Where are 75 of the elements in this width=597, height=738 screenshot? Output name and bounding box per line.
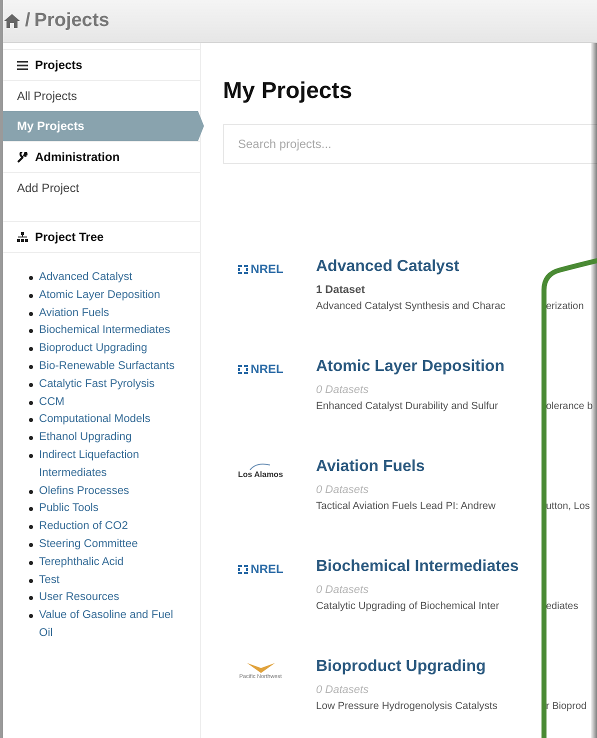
project-tree-link[interactable]: Olefins Processes — [39, 482, 177, 500]
project-title[interactable]: Advanced Catalyst — [316, 258, 584, 276]
bullet-icon — [29, 436, 33, 440]
page-title: My Projects — [223, 77, 354, 104]
project-tree-link[interactable]: CCM — [39, 394, 177, 412]
project-tree-link[interactable]: Test — [39, 572, 177, 590]
description-fragment: erization — [546, 301, 584, 312]
breadcrumb-separator: / — [25, 10, 30, 32]
project-title[interactable]: Aviation Fuels — [316, 458, 590, 476]
project-tree-link[interactable]: Computational Models — [39, 411, 177, 430]
dataset-count: 0 Datasets — [316, 484, 370, 496]
description-fragment: r Bioprod — [546, 701, 587, 712]
section-title: Projects — [35, 58, 82, 72]
project-tree-link[interactable]: Biochemical Intermediates — [39, 322, 177, 340]
project-description: Enhanced Catalyst Durability and Sulfur — [316, 401, 500, 412]
menu-icon — [17, 60, 28, 70]
project-tree-link[interactable]: Public Tools — [39, 500, 177, 518]
bullet-icon — [29, 276, 33, 280]
project-tree-link[interactable]: Indirect Liquefaction Intermediates — [39, 446, 177, 483]
bullet-icon — [29, 614, 33, 618]
project-title[interactable]: Biochemical Intermediates — [316, 558, 578, 576]
project-tree-link[interactable]: Steering Committee — [39, 536, 177, 554]
wrench-icon — [17, 152, 28, 162]
bullet-icon — [29, 507, 33, 512]
project-tree-link[interactable]: Bioproduct Upgrading — [39, 340, 177, 358]
bullet-icon — [29, 329, 33, 334]
bullet-icon — [29, 400, 33, 405]
project-description: Advanced Catalyst Synthesis and Charac — [316, 301, 506, 312]
description-fragment: ediates — [546, 601, 578, 612]
bullet-icon — [29, 418, 33, 422]
project-tree-link[interactable]: Atomic Layer Deposition — [39, 286, 177, 305]
project-tree-link[interactable]: Bio-Renewable Surfactants — [39, 358, 177, 376]
bullet-icon — [29, 347, 33, 352]
bullet-icon — [29, 312, 33, 316]
sitemap-icon — [17, 232, 28, 242]
project-tree-link[interactable]: Catalytic Fast Pyrolysis — [39, 376, 177, 394]
bullet-icon — [29, 560, 33, 565]
bullet-icon — [29, 596, 33, 600]
project-tree-link[interactable]: User Resources — [39, 589, 177, 608]
project-tree-link[interactable]: Value of Gasoline and Fuel Oil — [39, 607, 177, 643]
project-description: Catalytic Upgrading of Biochemical Inter — [316, 601, 500, 612]
description-fragment: utton, Los — [546, 501, 590, 512]
nrel-logo: NREL — [238, 562, 284, 576]
nrel-logo: NREL — [238, 262, 284, 276]
bullet-icon — [29, 542, 33, 547]
project-tree-link[interactable]: Terephthalic Acid — [39, 554, 177, 572]
sidebar-item[interactable]: All Projects — [3, 81, 200, 111]
project-title[interactable]: Atomic Layer Deposition — [316, 358, 593, 376]
dataset-count: 0 Datasets — [316, 584, 370, 596]
sidebar-item[interactable]: Add Project — [3, 173, 200, 203]
search-field[interactable]: Search projects... — [223, 124, 597, 164]
nrel-logo: NREL — [238, 362, 284, 376]
bullet-icon — [29, 454, 33, 458]
dataset-count: 0 Datasets — [316, 684, 370, 696]
section-title: Administration — [35, 150, 120, 164]
breadcrumb-current: Projects — [34, 10, 110, 32]
bullet-icon — [29, 525, 33, 530]
project-tree-link[interactable]: Aviation Fuels — [39, 304, 177, 322]
project-tree-link[interactable]: Ethanol Upgrading — [39, 429, 177, 447]
bullet-icon — [29, 578, 33, 583]
project-description: Low Pressure Hydrogenolysis Catalysts — [316, 701, 498, 712]
project-title[interactable]: Bioproduct Upgrading — [316, 658, 587, 676]
los-alamos-logo: Los Alamos — [238, 462, 284, 512]
bullet-icon — [29, 364, 33, 369]
project-tree-link[interactable]: Reduction of CO2 — [39, 518, 177, 536]
bullet-icon — [29, 294, 33, 298]
project-description: Tactical Aviation Fuels Lead PI: Andrew — [316, 501, 497, 512]
dataset-count: 0 Datasets — [316, 384, 370, 396]
home-icon[interactable] — [3, 13, 21, 29]
description-fragment: olerance b — [546, 401, 593, 412]
project-tree-link[interactable]: Advanced Catalyst — [39, 269, 177, 287]
dataset-count: 1 Dataset — [316, 284, 366, 296]
section-title: Project Tree — [35, 230, 104, 244]
bullet-icon — [29, 490, 33, 494]
bullet-icon — [29, 382, 33, 387]
